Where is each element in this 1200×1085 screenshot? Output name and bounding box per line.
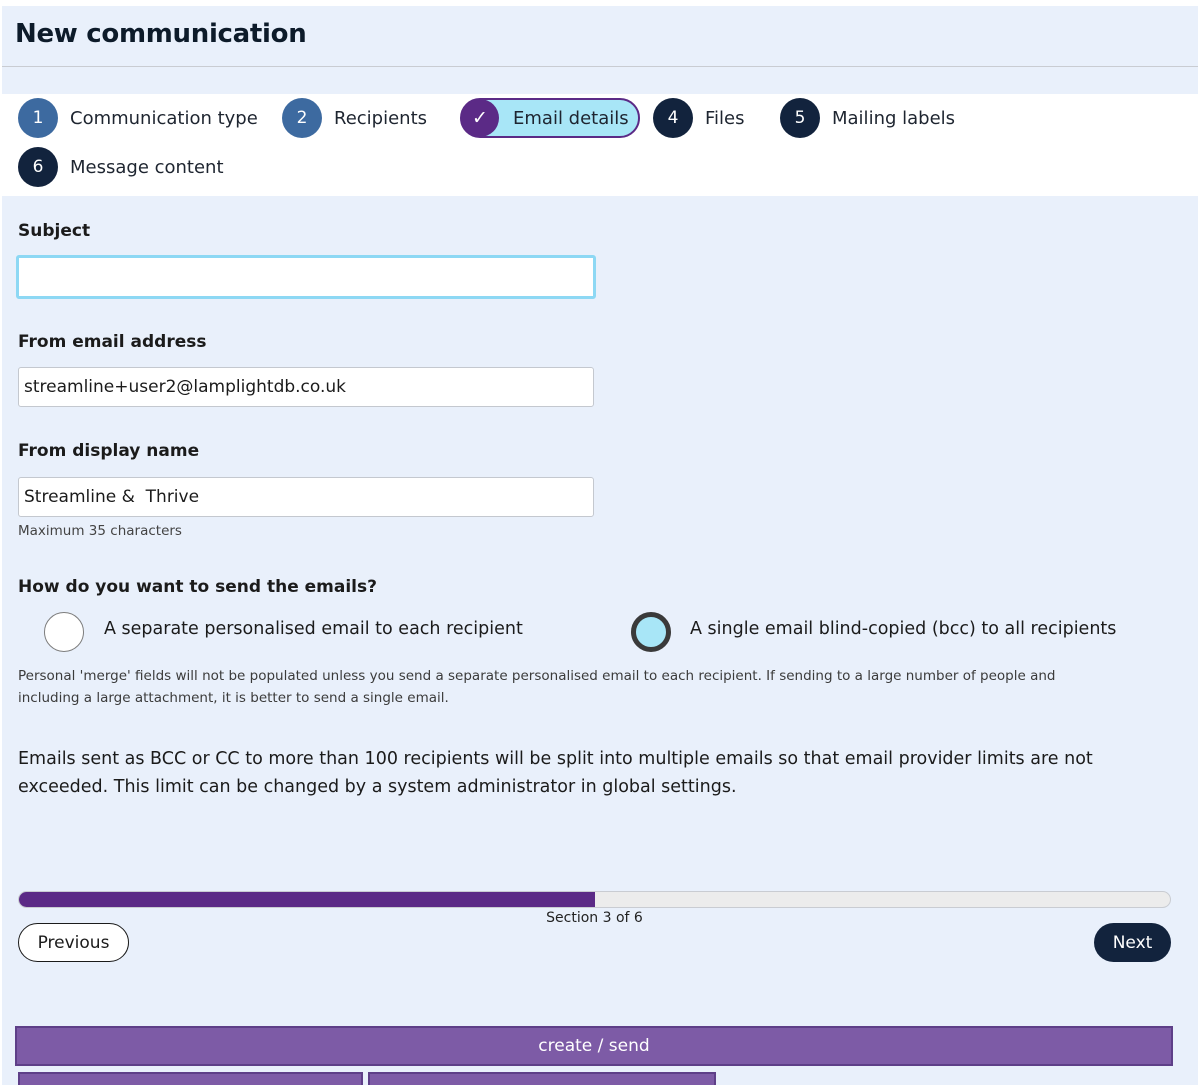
step-label: Files: [705, 107, 745, 129]
step-number-badge: 4: [653, 98, 693, 138]
subject-label: Subject: [18, 221, 91, 241]
previous-button[interactable]: Previous: [18, 923, 129, 962]
progress-fill: [19, 892, 595, 907]
secondary-action-button[interactable]: [368, 1072, 716, 1085]
create-send-button[interactable]: create / send: [15, 1026, 1173, 1066]
title-divider: [2, 66, 1198, 67]
step-number-badge: 5: [780, 98, 820, 138]
step-recipients[interactable]: 2 Recipients: [282, 98, 427, 138]
bcc-email-label[interactable]: A single email blind-copied (bcc) to all…: [690, 619, 1116, 639]
step-navigation: 1 Communication type 2 Recipients ✓ Emai…: [2, 94, 1198, 196]
check-icon: ✓: [461, 99, 499, 137]
step-mailing-labels[interactable]: 5 Mailing labels: [780, 98, 955, 138]
from-name-hint: Maximum 35 characters: [18, 523, 182, 539]
step-label: Communication type: [70, 107, 258, 129]
communication-form-page: New communication 1 Communication type 2…: [2, 6, 1198, 1085]
page-title: New communication: [15, 19, 307, 49]
step-communication-type[interactable]: 1 Communication type: [18, 98, 258, 138]
subject-input[interactable]: [16, 255, 596, 299]
step-files[interactable]: 4 Files: [653, 98, 745, 138]
from-email-label: From email address: [18, 332, 207, 352]
section-counter: Section 3 of 6: [546, 910, 643, 926]
step-number-badge: 6: [18, 147, 58, 187]
bcc-split-info: Emails sent as BCC or CC to more than 10…: [18, 749, 1093, 797]
separate-email-label[interactable]: A separate personalised email to each re…: [104, 619, 523, 639]
send-mode-question: How do you want to send the emails?: [18, 577, 377, 597]
step-email-details[interactable]: ✓ Email details: [460, 98, 640, 138]
secondary-action-button[interactable]: [18, 1072, 363, 1085]
separate-email-radio[interactable]: [44, 612, 84, 652]
from-name-input[interactable]: [18, 477, 594, 517]
send-mode-help: Personal 'merge' fields will not be popu…: [18, 668, 1056, 706]
step-number-badge: 2: [282, 98, 322, 138]
step-label: Recipients: [334, 107, 428, 129]
step-message-content[interactable]: 6 Message content: [18, 147, 224, 187]
from-name-label: From display name: [18, 441, 200, 461]
step-label: Message content: [70, 156, 224, 178]
step-label: Mailing labels: [832, 107, 956, 129]
step-label: Email details: [513, 107, 629, 129]
step-number-badge: 1: [18, 98, 58, 138]
bcc-email-radio[interactable]: [631, 612, 671, 652]
from-email-input[interactable]: [18, 367, 594, 407]
next-button[interactable]: Next: [1094, 923, 1171, 962]
progress-bar: [18, 891, 1171, 908]
